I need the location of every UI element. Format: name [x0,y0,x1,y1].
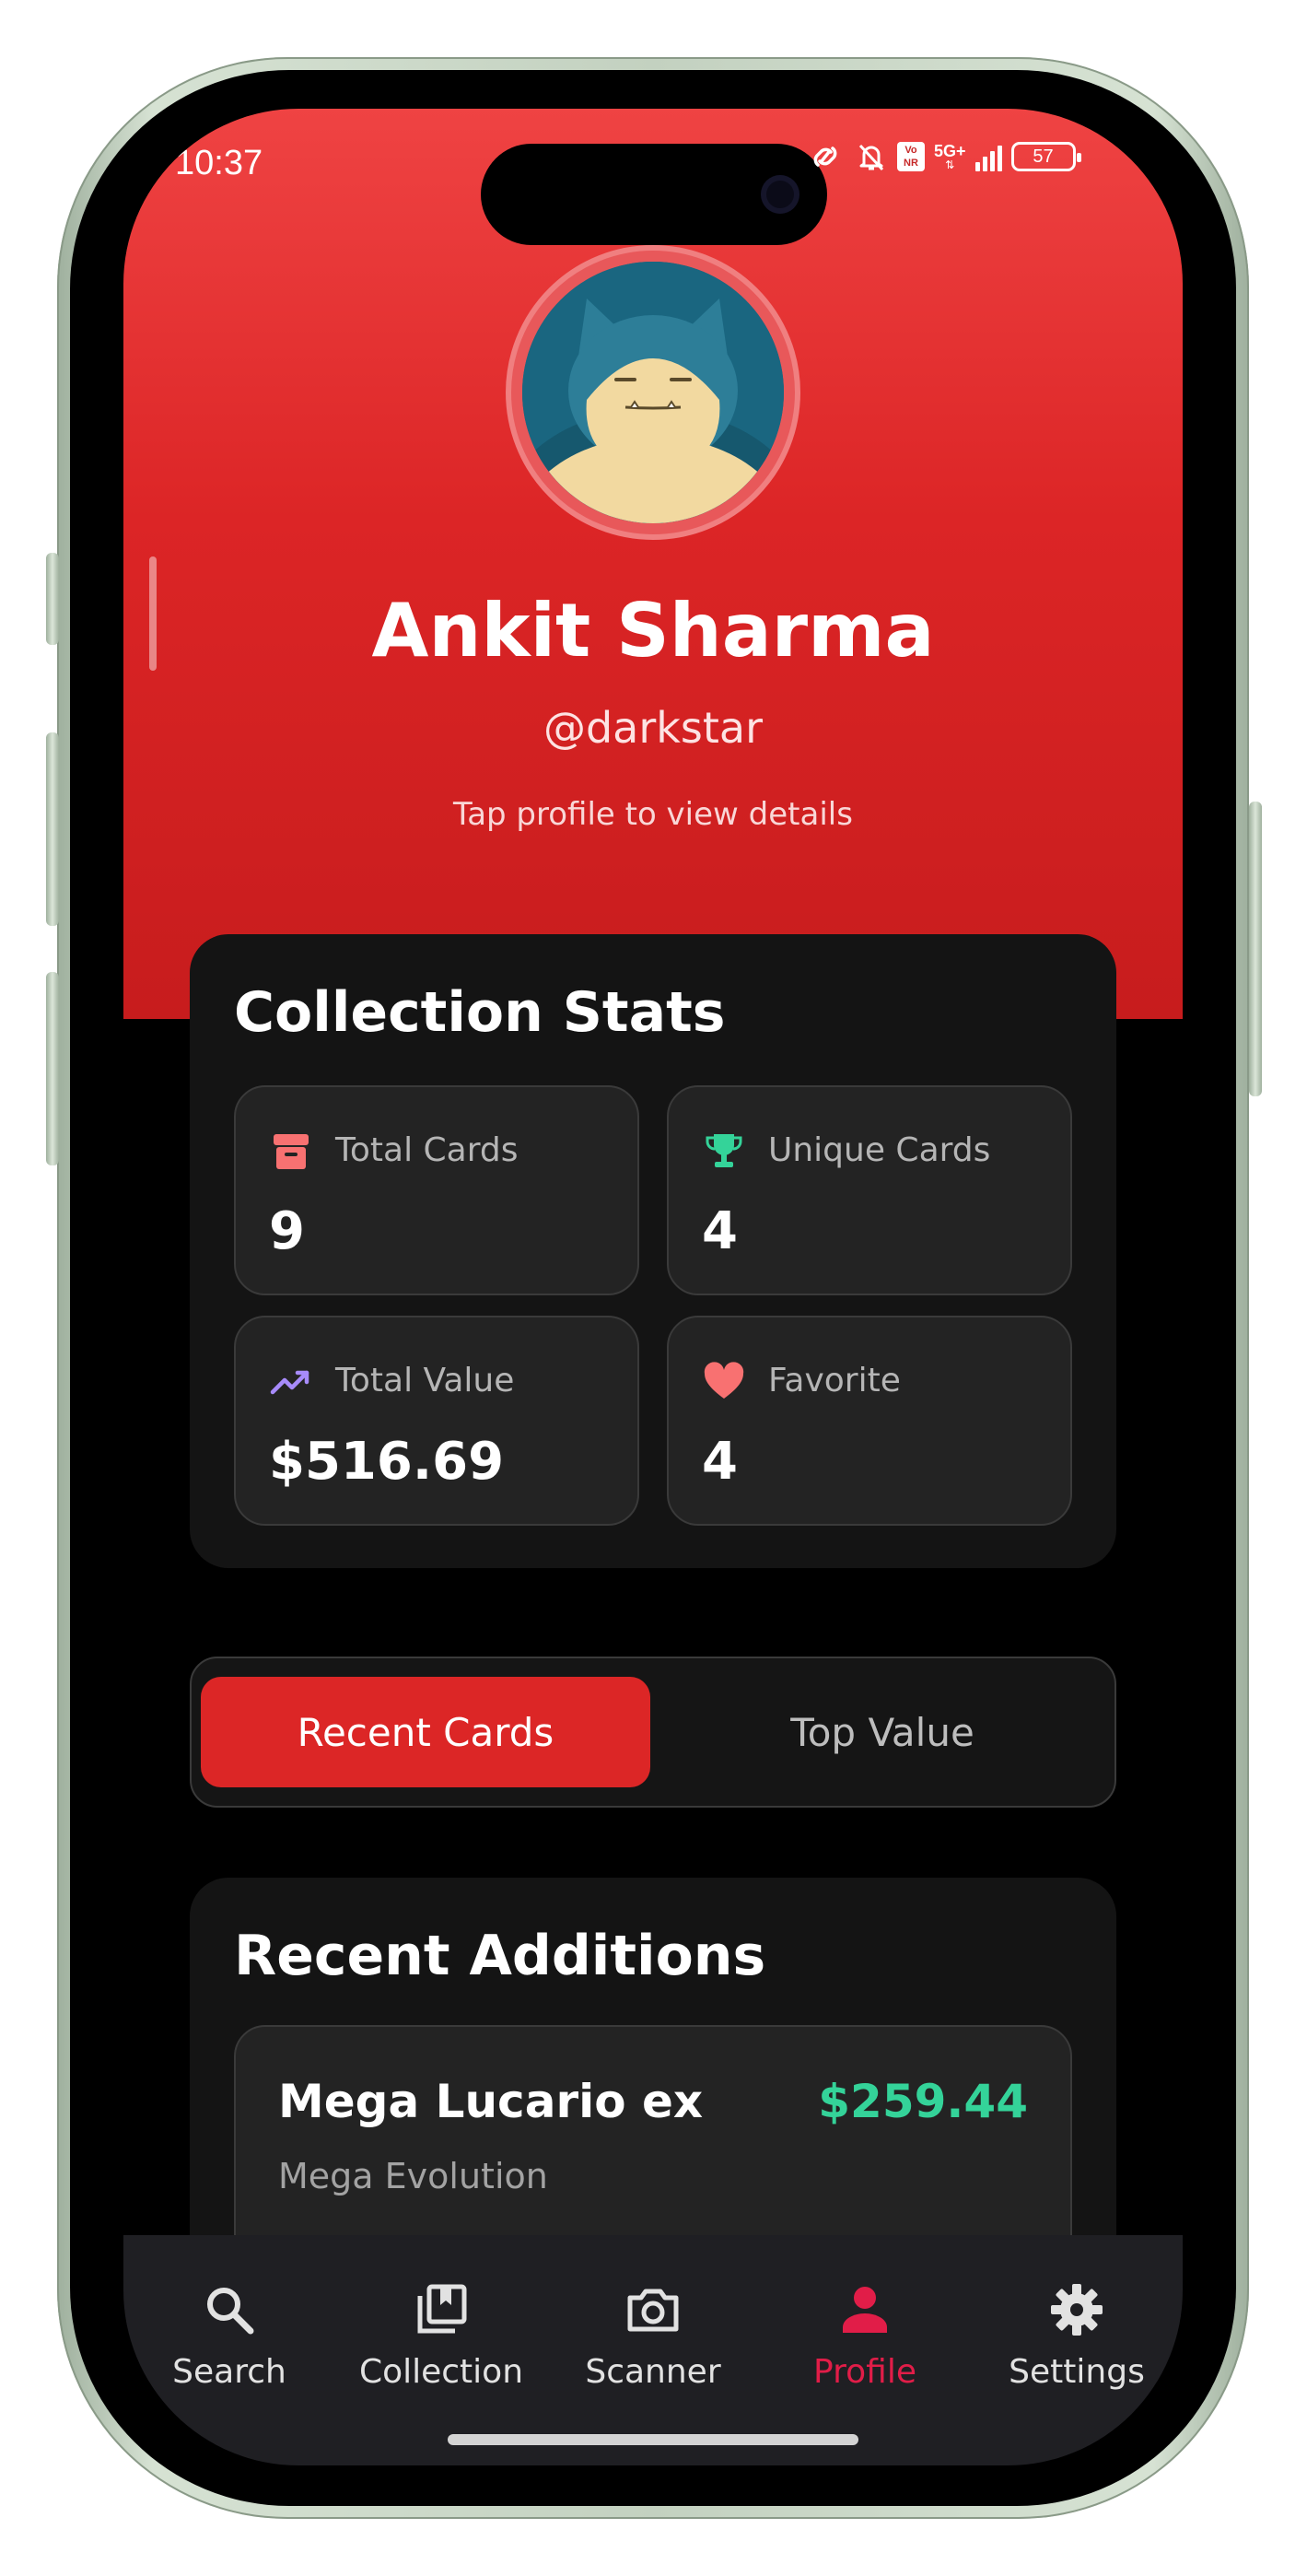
network-type: 5G+ ⇅ [934,142,966,171]
search-icon [123,2277,335,2342]
collection-stats-title: Collection Stats [234,980,726,1045]
bell-off-icon [858,144,884,171]
nav-label: Collection [358,2353,524,2391]
card-set: Mega Evolution [278,2156,548,2196]
collection-stats-card: Collection Stats Total Cards 9 Unique Ca… [190,934,1116,1568]
nav-item-profile[interactable]: Profile [759,2277,971,2391]
stat-value: 4 [702,1201,738,1261]
card-price: $259.44 [818,2075,1028,2128]
snorlax-avatar-image [522,262,784,523]
stat-total-value[interactable]: Total Value $516.69 [234,1316,639,1526]
volume-up-button [46,732,59,926]
nav-label: Scanner [585,2353,721,2391]
stat-unique-cards[interactable]: Unique Cards 4 [667,1085,1072,1295]
nav-item-settings[interactable]: Settings [971,2277,1183,2391]
stat-value: $516.69 [269,1432,505,1492]
nav-label: Profile [813,2353,916,2391]
card-name: Mega Lucario ex [278,2075,704,2128]
gear-icon [971,2277,1183,2342]
stat-label: Total Cards [335,1131,519,1169]
nav-item-search[interactable]: Search [123,2277,335,2391]
tab-top-value[interactable]: Top Value [658,1677,1107,1787]
nav-item-collection[interactable]: Collection [335,2277,547,2391]
stat-value: 4 [702,1432,738,1492]
trending-up-icon [269,1360,313,1404]
nav-label: Settings [1009,2353,1145,2391]
battery-icon: 57 [1010,142,1081,171]
status-time: 10:37 [175,144,263,182]
heart-icon [702,1360,746,1404]
app-screen: 10:37 Vo NR 5G+ ⇅ 57 Ankit Sharma @darks… [123,109,1183,2465]
stat-favorite[interactable]: Favorite 4 [667,1316,1072,1526]
dynamic-island [481,144,827,245]
volte-badge: Vo NR [897,142,925,171]
stat-label: Favorite [768,1362,901,1399]
stat-label: Unique Cards [768,1131,991,1169]
stat-label: Total Value [335,1362,515,1399]
trophy-icon [702,1130,746,1174]
action-button [46,553,59,645]
bottom-navigation: Search Collection Scanner Profile Settin… [123,2235,1183,2465]
person-icon [759,2277,971,2342]
status-icons: Vo NR 5G+ ⇅ 57 [805,140,1081,173]
archive-icon [269,1130,313,1174]
collection-icon [335,2277,547,2342]
profile-avatar-button[interactable] [506,245,800,540]
profile-handle: @darkstar [543,703,764,753]
stat-value: 9 [269,1201,305,1261]
avatar [522,262,784,523]
signal-icon [974,142,1002,171]
stat-total-cards[interactable]: Total Cards 9 [234,1085,639,1295]
nav-label: Search [172,2353,286,2391]
tab-switcher: Recent Cards Top Value [190,1657,1116,1808]
profile-name: Ankit Sharma [371,588,935,673]
battery-level: 57 [1033,146,1054,167]
tab-recent-cards[interactable]: Recent Cards [201,1677,650,1787]
home-indicator[interactable] [448,2434,858,2445]
front-camera-icon [761,175,799,214]
recent-additions-title: Recent Additions [234,1924,766,1988]
camera-icon [547,2277,759,2342]
profile-hint: Tap profile to view details [453,796,853,833]
nav-item-scanner[interactable]: Scanner [547,2277,759,2391]
power-button [1249,802,1262,1096]
volume-down-button [46,972,59,1165]
link-icon [813,146,837,167]
